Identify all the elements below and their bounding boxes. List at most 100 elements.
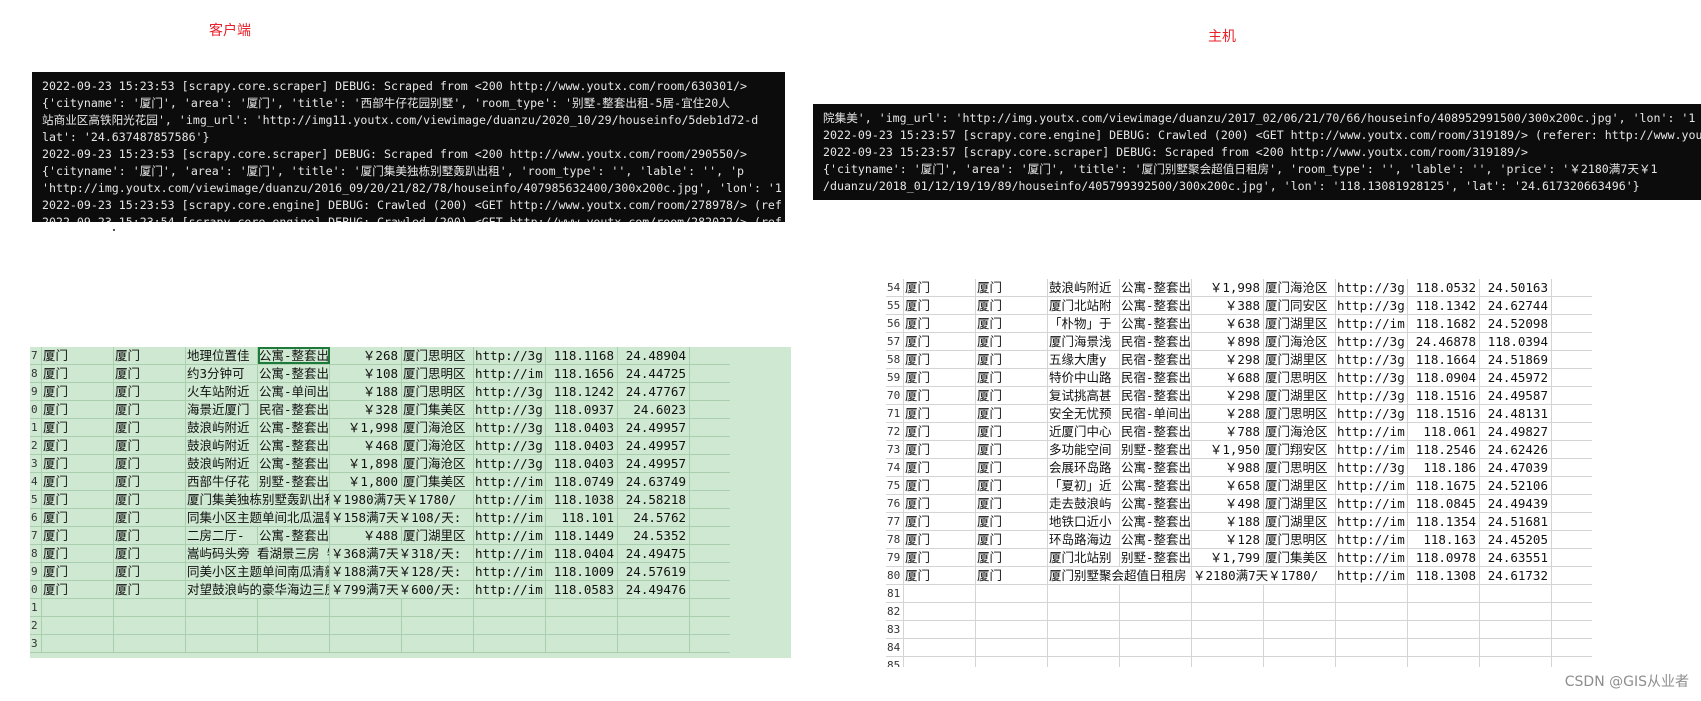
table-row[interactable]: 79厦门厦门厦门北站别别墅-整套出租-3居-1￥1,799厦门集美区http:/… [886, 549, 1592, 567]
price-cell[interactable]: ￥988 [1192, 459, 1264, 476]
area-cell[interactable]: 厦门 [976, 315, 1048, 332]
img-url-cell[interactable]: http://3g [1336, 459, 1408, 476]
location-cell[interactable] [1264, 657, 1336, 667]
price-cell[interactable]: ￥288 [1192, 405, 1264, 422]
cityname-cell[interactable] [42, 635, 114, 652]
room-type-cell[interactable]: 别墅-整套出租-5居-1 [258, 473, 330, 490]
lat-cell[interactable]: 24.49827 [1480, 423, 1552, 440]
area-cell[interactable]: 厦门 [976, 549, 1048, 566]
lon-cell[interactable]: 118.0583 [546, 581, 618, 598]
title-cell[interactable]: 厦门北站别 [1048, 549, 1120, 566]
price-cell[interactable]: ￥1,799 [1192, 549, 1264, 566]
cityname-cell[interactable]: 厦门 [42, 347, 114, 364]
price-cell[interactable]: ￥468 [330, 437, 402, 454]
area-cell[interactable] [976, 639, 1048, 656]
title-cell[interactable]: 多功能空间 [1048, 441, 1120, 458]
location-cell[interactable]: 厦门海沧区 [1264, 279, 1336, 296]
img-url-cell[interactable]: http://im [474, 563, 546, 580]
lon-cell[interactable] [1408, 639, 1480, 656]
area-cell[interactable]: 厦门 [114, 383, 186, 400]
area-cell[interactable] [976, 585, 1048, 602]
area-cell[interactable]: 厦门 [976, 423, 1048, 440]
room-type-cell[interactable]: 民宿-整套出租-4居-1 [1120, 333, 1192, 350]
area-cell[interactable]: 厦门 [976, 513, 1048, 530]
table-row[interactable]: 83 [886, 621, 1592, 639]
title-cell[interactable]: 鼓浪屿附近 [1048, 279, 1120, 296]
cityname-cell[interactable] [904, 603, 976, 620]
room-type-cell[interactable]: 公寓-整套出租-3居-1 [258, 455, 330, 472]
room-type-cell[interactable]: 民宿-整套出租-1居-1 [258, 401, 330, 418]
img-url-cell[interactable]: http://im [474, 581, 546, 598]
lat-cell[interactable]: 24.49957 [618, 437, 690, 454]
table-row[interactable]: 6厦门厦门同集小区主题单间北瓜温馨甜蜜￥158满7天￥108/天:http://… [30, 509, 730, 527]
lat-cell[interactable] [618, 599, 690, 616]
title-cell[interactable]: 约3分钟可 [186, 365, 258, 382]
price-cell[interactable]: ￥298 [1192, 387, 1264, 404]
lat-cell[interactable] [1480, 639, 1552, 656]
cityname-cell[interactable]: 厦门 [42, 401, 114, 418]
lon-cell[interactable]: 118.0978 [1408, 549, 1480, 566]
lon-cell[interactable] [546, 599, 618, 616]
title-cell[interactable] [1048, 639, 1120, 656]
price-cell[interactable]: ￥1980满7天￥1780/ [330, 491, 474, 508]
lat-cell[interactable]: 118.0394 [1480, 333, 1552, 350]
price-cell[interactable]: ￥488 [330, 527, 402, 544]
price-cell[interactable] [1192, 585, 1264, 602]
area-cell[interactable]: 厦门 [114, 473, 186, 490]
title-cell[interactable]: 鼓浪屿附近 [186, 455, 258, 472]
cityname-cell[interactable]: 厦门 [904, 549, 976, 566]
table-row[interactable]: 71厦门厦门安全无忧预民宿-单间出租-1居-1￥288厦门思明区http://3… [886, 405, 1592, 423]
location-cell[interactable]: 厦门思明区 [1264, 405, 1336, 422]
img-url-cell[interactable]: http://3g [474, 419, 546, 436]
location-cell[interactable]: 厦门海沧区 [1264, 333, 1336, 350]
area-cell[interactable]: 厦门 [114, 419, 186, 436]
lon-cell[interactable]: 118.1656 [546, 365, 618, 382]
img-url-cell[interactable]: http://im [474, 509, 546, 526]
cityname-cell[interactable] [904, 621, 976, 638]
price-cell[interactable] [330, 617, 402, 634]
lon-cell[interactable]: 118.1168 [546, 347, 618, 364]
location-cell[interactable]: 厦门海沧区 [402, 455, 474, 472]
title-cell[interactable]: 地理位置佳 [186, 347, 258, 364]
price-cell[interactable]: ￥108 [330, 365, 402, 382]
lat-cell[interactable]: 24.6023 [618, 401, 690, 418]
price-cell[interactable]: ￥788 [1192, 423, 1264, 440]
room-type-cell[interactable]: 民宿-整套出租-1居-1 [1120, 387, 1192, 404]
img-url-cell[interactable]: http://3g [1336, 333, 1408, 350]
lat-cell[interactable]: 24.5762 [618, 509, 690, 526]
cityname-cell[interactable]: 厦门 [42, 491, 114, 508]
table-row[interactable]: 82 [886, 603, 1592, 621]
location-cell[interactable]: 厦门集美区 [402, 401, 474, 418]
lat-cell[interactable]: 24.47767 [618, 383, 690, 400]
title-cell[interactable]: 西部牛仔花 [186, 473, 258, 490]
room-type-cell[interactable]: 公寓-整套出租-4居-1 [1120, 279, 1192, 296]
cityname-cell[interactable]: 厦门 [42, 419, 114, 436]
area-cell[interactable]: 厦门 [114, 545, 186, 562]
title-cell[interactable]: 走去鼓浪屿 [1048, 495, 1120, 512]
price-cell[interactable]: ￥298 [1192, 351, 1264, 368]
price-cell[interactable]: ￥188 [330, 383, 402, 400]
room-type-cell[interactable]: 公寓-整套出租-1居-1 [1120, 513, 1192, 530]
price-cell[interactable]: ￥328 [330, 401, 402, 418]
table-row[interactable]: 74厦门厦门会展环岛路公寓-整套出租-3居-1￥988厦门思明区http://3… [886, 459, 1592, 477]
table-row[interactable]: 70厦门厦门复试挑高甚民宿-整套出租-1居-1￥298厦门湖里区http://3… [886, 387, 1592, 405]
img-url-cell[interactable]: http://3g [474, 437, 546, 454]
price-cell[interactable]: ￥688 [1192, 369, 1264, 386]
lon-cell[interactable]: 118.1682 [1408, 315, 1480, 332]
lon-cell[interactable]: 118.0403 [546, 455, 618, 472]
price-cell[interactable]: ￥158满7天￥108/天: [330, 509, 474, 526]
location-cell[interactable]: 厦门思明区 [1264, 459, 1336, 476]
title-cell[interactable]: 环岛路海边 [1048, 531, 1120, 548]
img-url-cell[interactable]: http://3g [1336, 351, 1408, 368]
cityname-cell[interactable]: 厦门 [904, 387, 976, 404]
price-cell[interactable] [330, 599, 402, 616]
room-type-cell[interactable]: 公寓-整套出租-3居-1 [1120, 297, 1192, 314]
location-cell[interactable] [1264, 639, 1336, 656]
room-type-cell[interactable]: 公寓-整套出租-2居-1 [1120, 477, 1192, 494]
room-type-cell[interactable]: 别墅-整套出租-3居-1 [1120, 549, 1192, 566]
cityname-cell[interactable]: 厦门 [42, 527, 114, 544]
img-url-cell[interactable] [1336, 603, 1408, 620]
cityname-cell[interactable]: 厦门 [904, 333, 976, 350]
lat-cell[interactable]: 24.61732 [1480, 567, 1552, 584]
location-cell[interactable]: 厦门湖里区 [402, 527, 474, 544]
